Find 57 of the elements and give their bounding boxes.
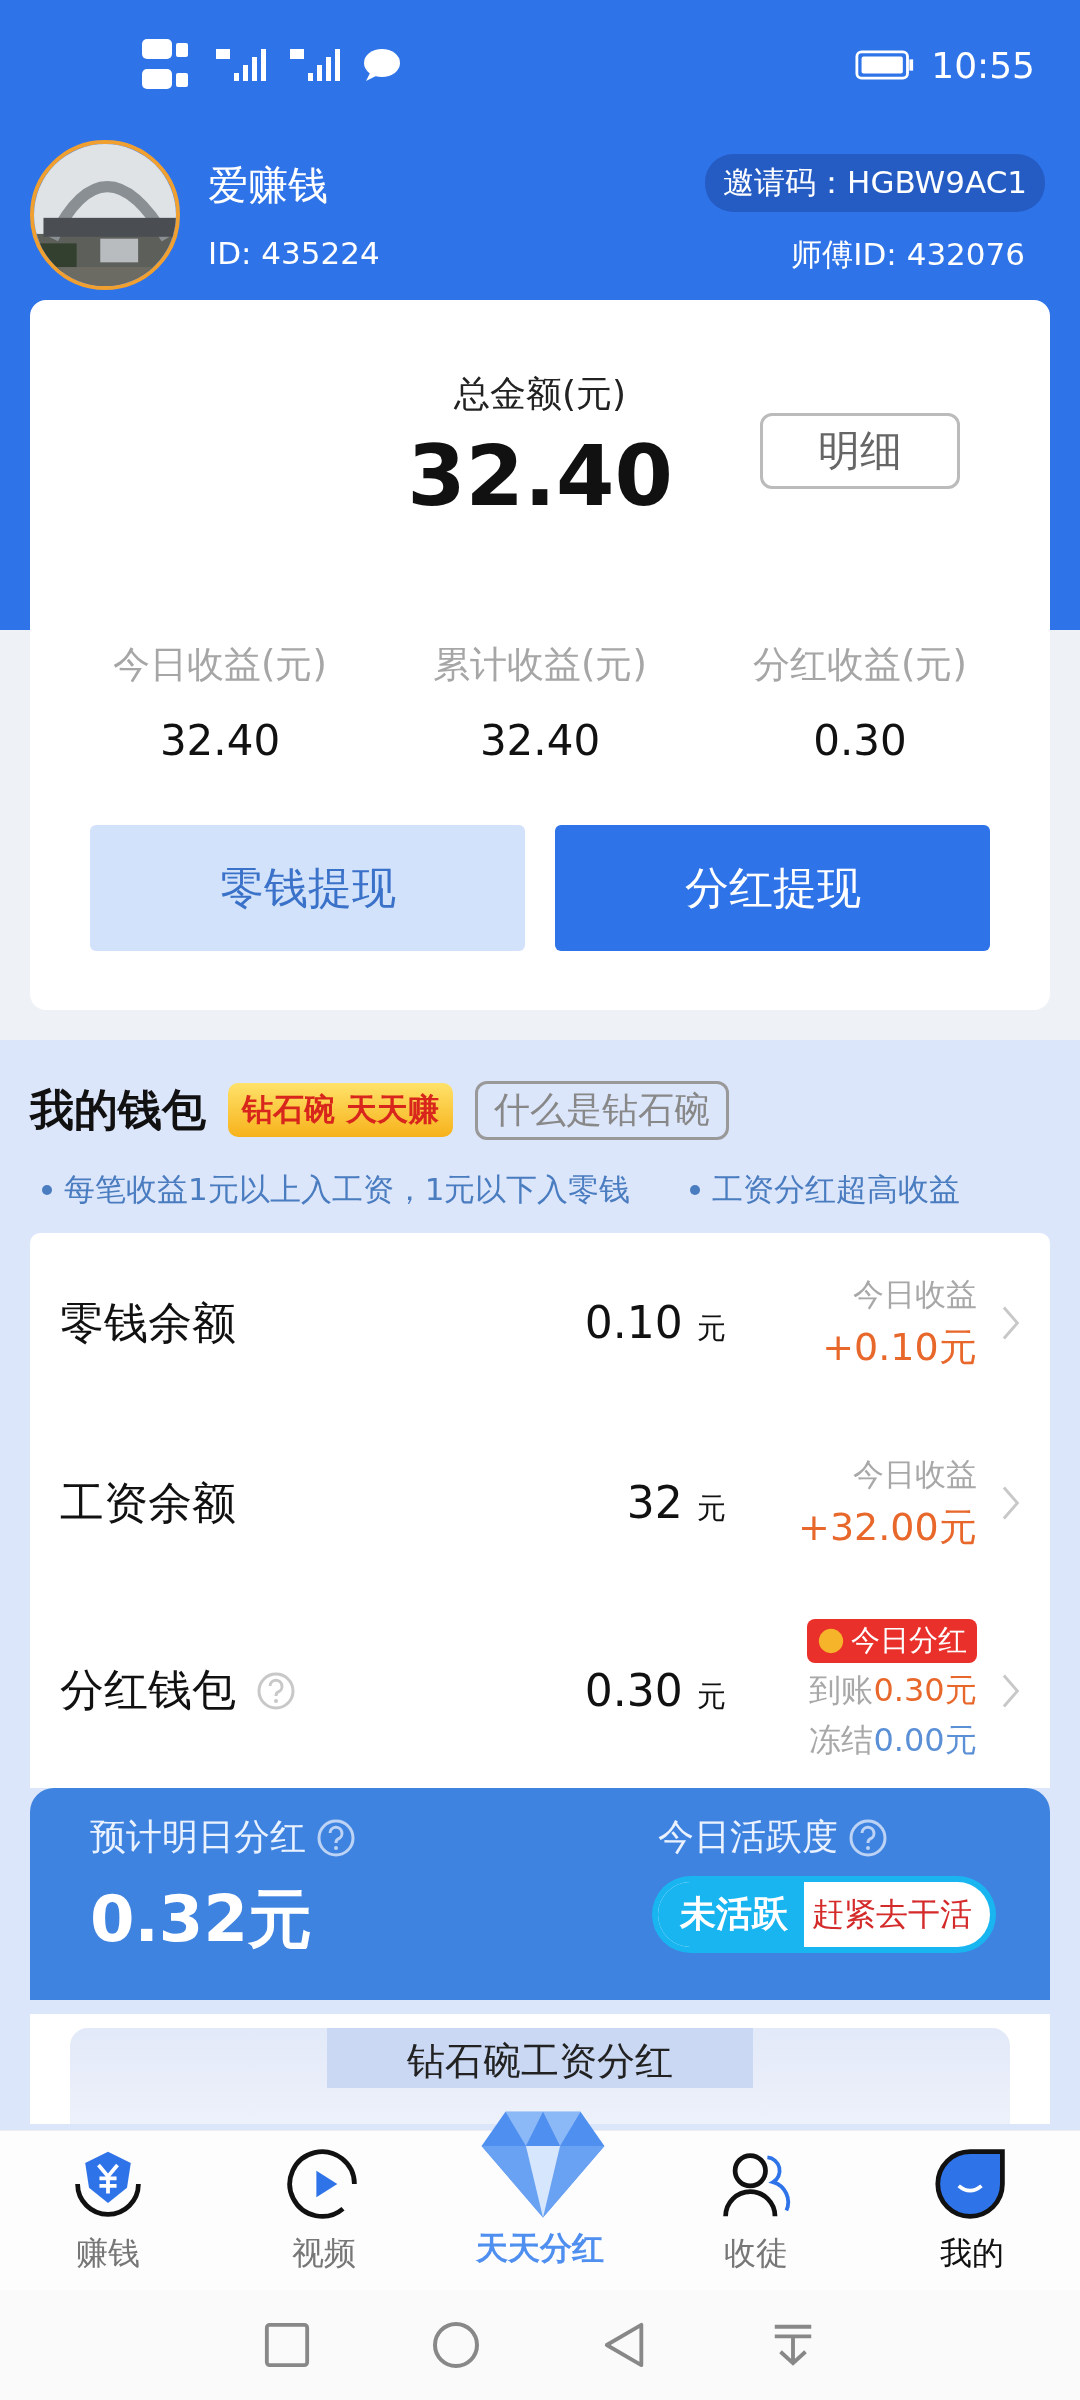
wallet-title: 我的钱包 bbox=[30, 1082, 206, 1137]
promo-badge: 钻石碗 天天赚 bbox=[228, 1083, 453, 1137]
wallet-row[interactable]: 分红钱包 0.30 元 今日分红 到账0.30元 冻结0.00元 bbox=[30, 1593, 1050, 1788]
forecast-label: 预计明日分红 bbox=[90, 1815, 306, 1859]
user-name: 爱赚钱 bbox=[208, 161, 329, 210]
message-icon bbox=[362, 47, 402, 83]
tip-text: 每笔收益1元以上入工资，1元以下入零钱 bbox=[64, 1170, 631, 1209]
home-icon[interactable] bbox=[431, 2320, 481, 2370]
total-label: 总金额(元) bbox=[453, 372, 627, 416]
balance-amount: 32 元 bbox=[625, 1477, 726, 1529]
bullet-icon bbox=[42, 1185, 52, 1195]
total-amount: 32.40 bbox=[407, 427, 673, 525]
arrived-amount: 到账0.30元 bbox=[809, 1669, 977, 1711]
balance-amount: 0.30 元 bbox=[583, 1664, 726, 1717]
wallet-name: 工资余额 bbox=[60, 1475, 237, 1530]
today-label: 今日收益 bbox=[852, 1274, 977, 1314]
today-value: +0.10元 bbox=[822, 1323, 977, 1371]
stat-value: 32.40 bbox=[159, 716, 281, 765]
invite-code[interactable]: 邀请码：HGBW9AC1 bbox=[705, 154, 1045, 212]
bullet-icon bbox=[690, 1185, 701, 1195]
wallet-name: 分红钱包 bbox=[60, 1663, 236, 1717]
detail-button[interactable]: 明细 bbox=[760, 413, 960, 489]
stat-value: 0.30 bbox=[813, 716, 907, 765]
stat-label: 累计收益(元) bbox=[433, 642, 647, 688]
today-value: +32.00元 bbox=[798, 1503, 977, 1551]
section-title: 钻石碗工资分红 bbox=[327, 2028, 753, 2088]
coin-icon bbox=[816, 1626, 845, 1655]
nav-tab[interactable]: 我的 bbox=[864, 2131, 1080, 2291]
help-icon[interactable] bbox=[848, 1817, 888, 1858]
activity-label: 今日活跃度 bbox=[658, 1815, 838, 1859]
battery-icon bbox=[855, 50, 916, 80]
withdraw-button[interactable]: 零钱提现 bbox=[90, 825, 525, 951]
activity-cta: 赶紧去干活 bbox=[811, 1893, 973, 1935]
recent-apps-icon[interactable] bbox=[263, 2321, 311, 2369]
forecast-value: 0.32元 bbox=[90, 1881, 313, 1958]
info-link[interactable]: 什么是钻石碗 bbox=[474, 1080, 729, 1140]
clock-time: 10:55 bbox=[931, 44, 1035, 86]
stat-label: 今日收益(元) bbox=[113, 642, 327, 688]
user-id: ID: 435224 bbox=[208, 235, 380, 271]
activity-status: 未活跃 bbox=[658, 1882, 804, 1947]
wallet-name: 零钱余额 bbox=[60, 1295, 237, 1350]
wallet-row[interactable]: 零钱余额 0.10 元 今日收益 +0.10元 bbox=[30, 1233, 1050, 1413]
center-tab-label[interactable]: 天天分红 bbox=[432, 2227, 648, 2271]
tip-text: 工资分红超高收益 bbox=[712, 1170, 961, 1209]
balance-amount: 0.10 元 bbox=[583, 1297, 726, 1349]
nav-tab[interactable]: 视频 bbox=[216, 2131, 432, 2291]
frozen-amount: 冻结0.00元 bbox=[809, 1719, 977, 1761]
stat-label: 分红收益(元) bbox=[753, 642, 967, 688]
mentor-id: 师傅ID: 432076 bbox=[791, 235, 1026, 274]
tag-label: 今日分红 bbox=[850, 1621, 967, 1659]
withdraw-button[interactable]: 分红提现 bbox=[555, 825, 990, 951]
nav-tab[interactable]: 收徒 bbox=[648, 2131, 864, 2291]
wallet-row[interactable]: 工资余额 32 元 今日收益 +32.00元 bbox=[30, 1413, 1050, 1593]
today-label: 今日收益 bbox=[852, 1454, 977, 1494]
nav-tab[interactable]: 赚钱 bbox=[0, 2131, 216, 2291]
help-icon[interactable] bbox=[316, 1817, 356, 1858]
stat-value: 32.40 bbox=[479, 716, 601, 765]
